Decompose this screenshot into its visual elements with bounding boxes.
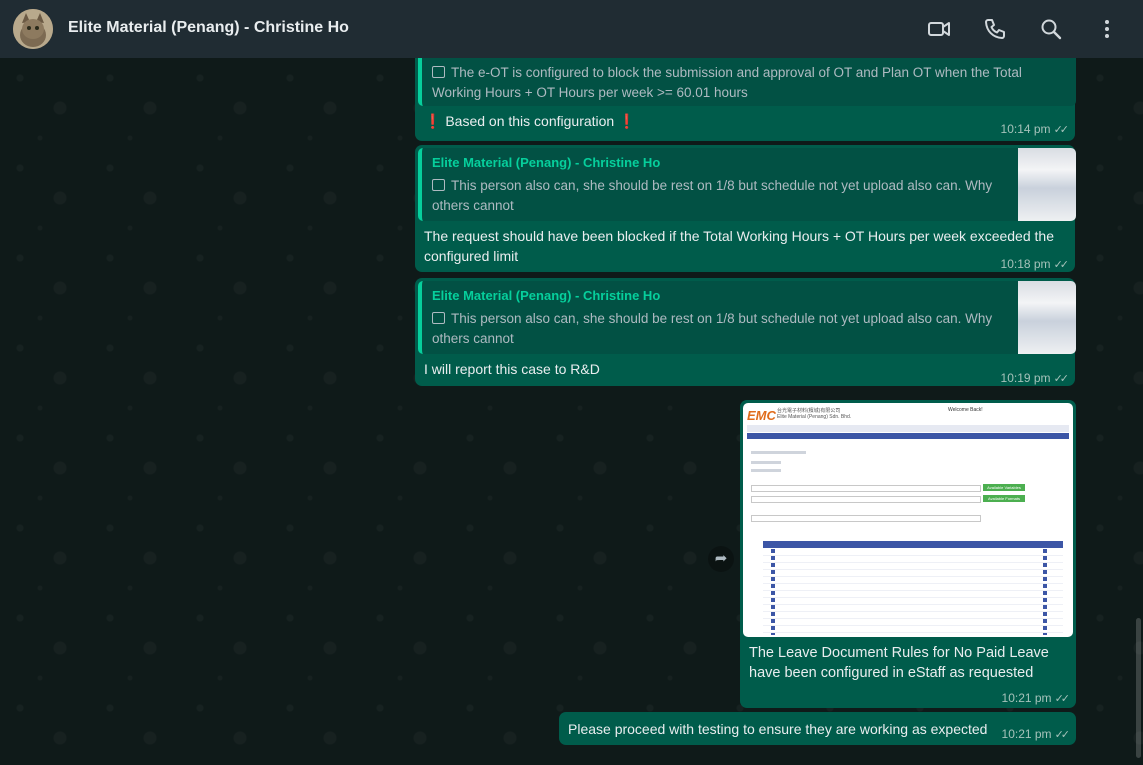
screenshot-table-header bbox=[763, 541, 1063, 548]
quote-text: This person also can, she should be rest… bbox=[432, 178, 993, 213]
screenshot-company-cn: 台光電子材料(檳城)有限公司 bbox=[777, 408, 841, 414]
image-icon bbox=[432, 179, 445, 191]
quote-thumbnail bbox=[1018, 281, 1076, 354]
read-ticks-icon: ✓✓ bbox=[1054, 729, 1071, 741]
exclamation-icon: ❗ bbox=[618, 113, 636, 129]
message-bubble[interactable]: Elite Material (Penang) - Christine Ho T… bbox=[415, 145, 1076, 272]
screenshot-submenu bbox=[747, 433, 1069, 439]
screenshot-logo: EMC bbox=[747, 408, 776, 423]
voice-call-icon[interactable] bbox=[983, 17, 1007, 41]
message-bubble[interactable]: Elite Material (Penang) - Christine Ho T… bbox=[415, 278, 1076, 386]
quoted-message[interactable]: Elite Material (Penang) - Christine Ho T… bbox=[418, 148, 1076, 221]
screenshot-menu bbox=[747, 425, 1069, 432]
message-bubble[interactable]: Please proceed with testing to ensure th… bbox=[559, 712, 1076, 745]
quote-thumbnail bbox=[1018, 148, 1076, 221]
message-time: 10:14 pm bbox=[1000, 122, 1051, 136]
message-text: Please proceed with testing to ensure th… bbox=[568, 721, 988, 737]
screenshot-available-formats-button: Available Formats bbox=[983, 495, 1025, 502]
quote-text: This person also can, she should be rest… bbox=[432, 311, 993, 346]
search-icon[interactable] bbox=[1039, 17, 1063, 41]
chat-header: Elite Material (Penang) - Christine Ho bbox=[0, 0, 1143, 58]
message-time: 10:21 pm bbox=[1001, 727, 1052, 741]
read-ticks-icon: ✓✓ bbox=[1053, 124, 1070, 136]
message-bubble[interactable]: EMC 台光電子材料(檳城)有限公司 Elite Material (Penan… bbox=[740, 400, 1076, 708]
message-time: 10:18 pm bbox=[1000, 257, 1051, 271]
menu-icon[interactable] bbox=[1095, 17, 1119, 41]
screenshot-company-en: Elite Material (Penang) Sdn. Bhd. bbox=[777, 414, 852, 420]
message-list[interactable]: The e-OT is configured to block the subm… bbox=[0, 58, 1143, 765]
exclamation-icon: ❗ bbox=[424, 113, 442, 129]
message-text: Based on this configuration bbox=[445, 113, 615, 129]
video-call-icon[interactable] bbox=[927, 17, 951, 41]
image-icon bbox=[432, 66, 445, 78]
screenshot-user-text: Welcome Back! bbox=[948, 407, 983, 413]
screenshot-available-variables-button: Available Variables bbox=[983, 484, 1025, 491]
quote-text: The e-OT is configured to block the subm… bbox=[432, 65, 1022, 100]
quote-sender: Elite Material (Penang) - Christine Ho bbox=[432, 288, 661, 303]
message-bubble[interactable]: The e-OT is configured to block the subm… bbox=[415, 58, 1076, 141]
avatar[interactable] bbox=[13, 9, 53, 49]
read-ticks-icon: ✓✓ bbox=[1053, 259, 1070, 271]
image-attachment[interactable]: EMC 台光電子材料(檳城)有限公司 Elite Material (Penan… bbox=[743, 403, 1073, 637]
message-time: 10:19 pm bbox=[1000, 371, 1051, 385]
message-text: The request should have been blocked if … bbox=[424, 228, 1054, 264]
scrollbar[interactable] bbox=[1136, 618, 1141, 758]
forward-icon[interactable]: ➦ bbox=[708, 546, 734, 572]
message-text: The Leave Document Rules for No Paid Lea… bbox=[749, 645, 1049, 681]
read-ticks-icon: ✓✓ bbox=[1053, 373, 1070, 385]
quoted-message[interactable]: Elite Material (Penang) - Christine Ho T… bbox=[418, 281, 1076, 354]
read-ticks-icon: ✓✓ bbox=[1054, 693, 1071, 705]
quote-sender: Elite Material (Penang) - Christine Ho bbox=[432, 155, 661, 170]
chat-title[interactable]: Elite Material (Penang) - Christine Ho bbox=[68, 19, 349, 37]
message-text: I will report this case to R&D bbox=[424, 361, 600, 377]
screenshot-table bbox=[763, 549, 1063, 635]
quoted-message[interactable]: The e-OT is configured to block the subm… bbox=[418, 58, 1076, 106]
image-icon bbox=[432, 312, 445, 324]
message-time: 10:21 pm bbox=[1001, 691, 1052, 705]
